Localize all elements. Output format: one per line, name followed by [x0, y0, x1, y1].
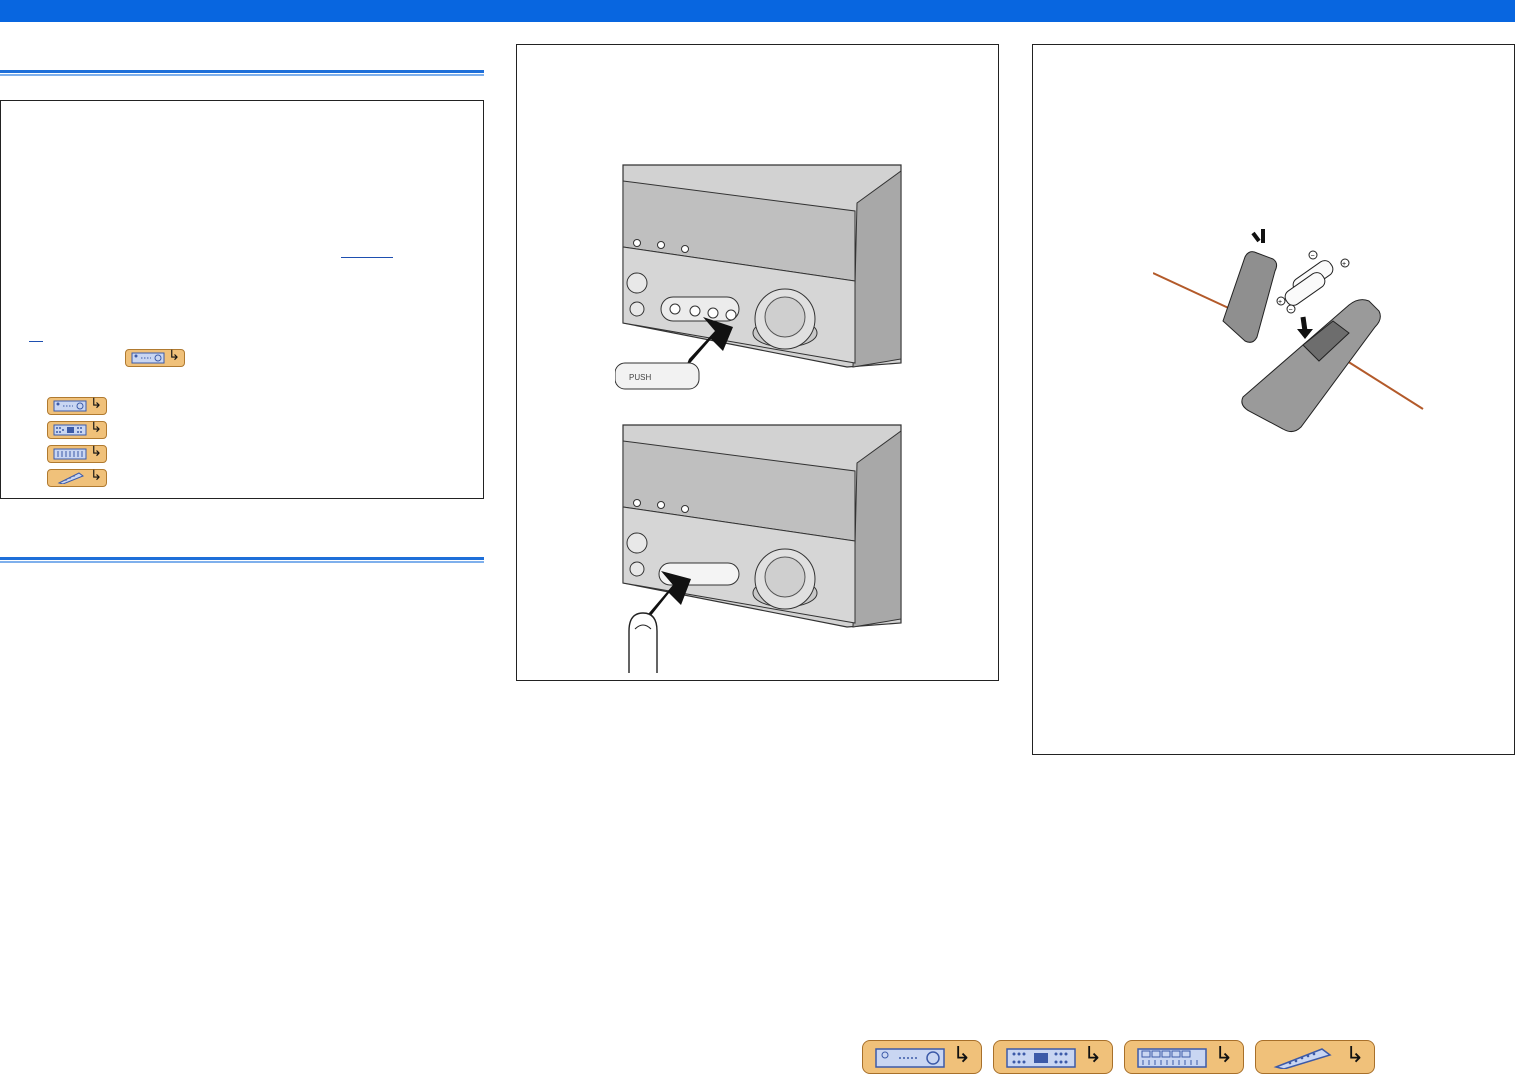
page-link-underline-small[interactable] — [29, 341, 43, 342]
front-panel-nav-button[interactable]: ↳ — [993, 1040, 1113, 1074]
slide-arrows — [1251, 229, 1265, 243]
page-link-underline[interactable] — [341, 257, 393, 258]
front-panel-icon — [53, 424, 87, 436]
return-arrow-icon: ↳ — [168, 348, 180, 364]
return-arrow-icon: ↳ — [1083, 1043, 1102, 1068]
insert-arrow — [1300, 316, 1308, 332]
display-tag: ↳ — [47, 444, 107, 463]
receiver-front-illustration-upper: PUSH — [615, 164, 902, 390]
svg-text:+: + — [1278, 299, 1282, 306]
push-button-label: PUSH — [629, 373, 651, 382]
remote-control — [1241, 299, 1381, 433]
svg-text:−: − — [1311, 253, 1315, 260]
return-arrow-icon: ↳ — [1345, 1043, 1364, 1068]
section-rule-1 — [0, 70, 484, 76]
receiver-nav-button[interactable]: ↳ — [862, 1040, 982, 1074]
return-arrow-icon: ↳ — [90, 396, 102, 412]
return-arrow-icon: ↳ — [90, 444, 102, 460]
batteries: − + + − — [1276, 250, 1350, 314]
header-bar — [0, 0, 1515, 22]
front-panel-icon — [1006, 1048, 1076, 1068]
front-panel-tag: ↳ — [47, 420, 107, 439]
return-arrow-icon: ↳ — [952, 1043, 971, 1068]
remote-icon — [57, 472, 85, 484]
svg-text:+: + — [1342, 261, 1346, 268]
note-box: ↳ ↳ ↳ ↳ ↳ — [0, 100, 484, 499]
display-icon — [53, 448, 87, 460]
receiver-icon — [875, 1048, 945, 1068]
receiver-icon — [131, 352, 165, 364]
remote-nav-button[interactable]: ↳ — [1255, 1040, 1375, 1074]
callout-line-cover — [1153, 272, 1236, 312]
return-arrow-icon: ↳ — [90, 468, 102, 484]
return-arrow-icon: ↳ — [1214, 1043, 1233, 1068]
remote-battery-figure-box: − + + − — [1032, 44, 1515, 755]
remote-tag: ↳ — [47, 468, 107, 487]
receiver-tag-inline: ↳ — [125, 348, 185, 367]
receiver-tag: ↳ — [47, 396, 107, 415]
battery-cover — [1222, 251, 1278, 343]
return-arrow-icon: ↳ — [90, 420, 102, 436]
remote-icon — [1273, 1048, 1332, 1069]
display-icon — [1137, 1048, 1207, 1068]
remote-battery-illustration: − + + − — [1153, 229, 1424, 433]
callout-line-remote — [1346, 360, 1424, 410]
receiver-front-illustration-lower — [622, 424, 902, 673]
svg-text:−: − — [1289, 307, 1293, 314]
display-nav-button[interactable]: ↳ — [1124, 1040, 1244, 1074]
section-rule-2 — [0, 557, 484, 563]
receiver-icon — [53, 400, 87, 412]
front-panel-figure-box: PUSH — [516, 44, 999, 681]
